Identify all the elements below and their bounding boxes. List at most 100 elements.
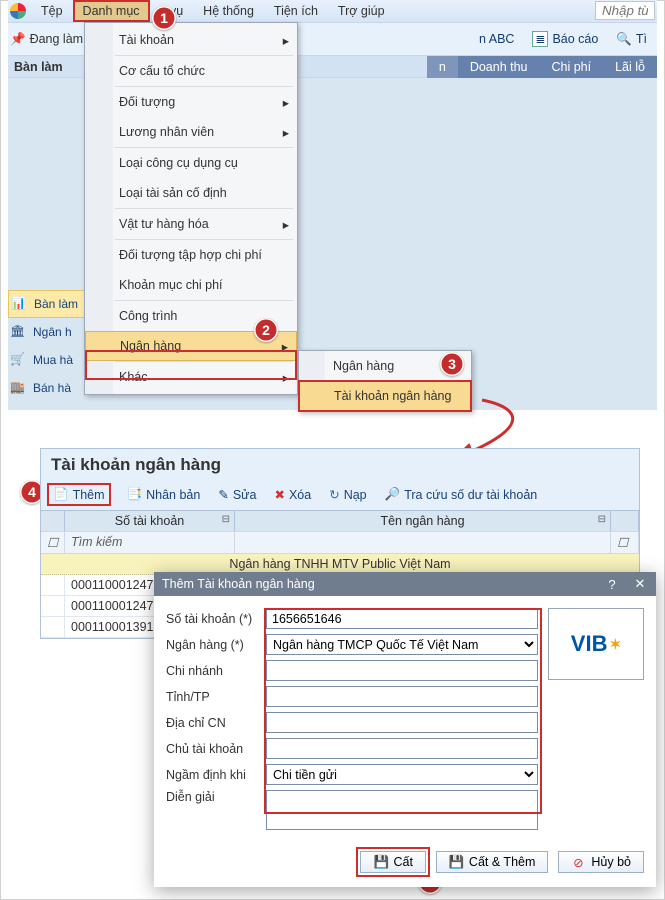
panel-title: Tài khoản ngân hàng [41,449,639,479]
working-label: Đang làm [30,32,84,46]
textarea-note[interactable] [266,790,538,830]
save-add-icon: 💾 [449,855,463,869]
delete-icon: ✖ [274,487,284,502]
input-branch-address[interactable] [266,712,538,733]
step-badge-2: 2 [254,318,278,342]
tab-cost[interactable]: Chi phí [540,56,604,78]
dd-other[interactable]: Khác [85,362,297,392]
edit-icon: ✎ [218,487,228,502]
dialog-form: Số tài khoản (*) Ngân hàng (*) Ngân hàng… [166,608,538,835]
grid-filter-row: ☐ Tìm kiếm ☐ [41,531,639,554]
toolbar-right: n ABC ≣ Báo cáo 🔍 Tì [479,31,657,47]
dd-salary[interactable]: Lương nhân viên [85,117,297,147]
menu-util[interactable]: Tiện ích [265,1,327,21]
panel-toolbar: 📄 Thêm 📑 Nhân bản ✎ Sửa ✖ Xóa ↻ Nạp 🔎 Tr… [41,479,639,510]
filter-checkbox[interactable]: ☐ [41,532,65,553]
bank-logo: VIB✶ [548,608,644,835]
menu-file[interactable]: Tệp [32,1,72,21]
menu-help[interactable]: Trợ giúp [329,1,394,21]
menu-catalog[interactable]: Danh mục [74,1,149,21]
sidebar-item-sales[interactable]: 🏬 Bán hà [8,374,88,402]
step-badge-3: 3 [440,352,464,376]
sidebar: 📊 Bàn làm 🏛 Ngân h 🛒 Mua hà 🏬 Bán hà [8,290,88,402]
sidebar-item-purchase[interactable]: 🛒 Mua hà [8,346,88,374]
copy-icon: 📑 [127,487,143,502]
step-badge-1: 1 [152,6,176,30]
input-account-number[interactable] [266,608,538,629]
filter-bank[interactable] [235,532,611,553]
label-note: Diễn giải [166,790,266,804]
toolbar-duplicate-button[interactable]: 📑 Nhân bản [127,487,201,502]
dialog-titlebar[interactable]: Thêm Tài khoản ngân hàng ? ✕ [154,572,656,596]
label-branch: Chi nhánh [166,664,266,678]
add-icon: 📄 [53,487,69,502]
input-owner[interactable] [266,738,538,759]
toolbar-delete-button[interactable]: ✖ Xóa [274,487,311,502]
reload-icon: ↻ [329,487,339,502]
tab-revenue[interactable]: Doanh thu [458,56,540,78]
sidebar-item-desktop[interactable]: 📊 Bàn làm [8,290,88,318]
dd-goods[interactable]: Vật tư hàng hóa [85,209,297,239]
find-button[interactable]: 🔍 Tì [616,32,647,47]
dd-costobj[interactable]: Đối tượng tập hợp chi phí [85,240,297,270]
app-logo-icon [10,3,26,19]
menubar: Tệp Danh mục p vụ Hệ thống Tiện ích Trợ … [8,0,657,22]
sidebar-item-bank[interactable]: 🏛 Ngân h [8,318,88,346]
abc-label: n ABC [479,32,514,46]
content-tabs: n Doanh thu Chi phí Lãi lỗ [427,56,657,78]
dd-orgstruct[interactable]: Cơ cấu tổ chức [85,56,297,86]
add-bank-account-dialog: Thêm Tài khoản ngân hàng ? ✕ Số tài khoả… [154,572,656,887]
report-icon: ≣ [532,31,548,47]
toolbar-add-button[interactable]: 📄 Thêm [49,485,109,504]
dialog-title: Thêm Tài khoản ngân hàng [162,577,315,591]
global-search-input[interactable] [595,1,655,20]
toolbar-edit-button[interactable]: ✎ Sửa [218,487,256,502]
dialog-help-button[interactable]: ? [598,577,626,592]
tab-0[interactable]: n [427,56,458,78]
dialog-button-bar: 💾 Cất 💾 Cất & Thêm ⊘ Hủy bỏ [154,843,656,887]
label-province: Tỉnh/TP [166,690,266,704]
pin-icon: 📌 [10,32,26,47]
grid-header: Số tài khoản Tên ngân hàng [41,510,639,531]
report-button[interactable]: ≣ Báo cáo [532,31,598,47]
dd-costitem[interactable]: Khoản mục chi phí [85,270,297,300]
input-branch[interactable] [266,660,538,681]
save-button[interactable]: 💾 Cất [360,851,425,873]
bank-icon: 🏛 [10,324,28,340]
dd-tooltype[interactable]: Loại công cụ dụng cụ [85,148,297,178]
toolbar-lookup-button[interactable]: 🔎 Tra cứu số dư tài khoản [385,487,538,502]
col-account-number[interactable]: Số tài khoản [65,511,235,531]
store-icon: 🏬 [10,380,28,396]
save-and-add-button[interactable]: 💾 Cất & Thêm [436,851,548,873]
cancel-icon: ⊘ [571,855,585,869]
select-default-when[interactable]: Chi tiền gửi [266,764,538,785]
save-icon: 💾 [373,855,387,869]
label-default-when: Ngầm định khi [166,768,266,782]
lookup-icon: 🔎 [385,487,401,502]
desktop-icon: 📊 [11,296,29,312]
input-province[interactable] [266,686,538,707]
dd-accounts[interactable]: Tài khoản [85,25,297,55]
submenu-bank-account[interactable]: Tài khoản ngân hàng [299,381,471,411]
dialog-close-button[interactable]: ✕ [626,576,654,592]
label-account-number: Số tài khoản (*) [166,612,266,626]
filter-check2[interactable]: ☐ [611,532,639,553]
dd-partners[interactable]: Đối tượng [85,87,297,117]
search-icon: 🔍 [616,32,632,47]
cart-icon: 🛒 [10,352,28,368]
label-branch-address: Địa chỉ CN [166,716,266,730]
select-bank[interactable]: Ngân hàng TMCP Quốc Tế Việt Nam [266,634,538,655]
vib-logo-icon: VIB✶ [571,631,621,657]
label-owner: Chủ tài khoản [166,742,266,756]
filter-account[interactable]: Tìm kiếm [65,532,235,553]
menu-system[interactable]: Hệ thống [194,1,263,21]
cancel-button[interactable]: ⊘ Hủy bỏ [558,851,644,873]
app-window: Tệp Danh mục p vụ Hệ thống Tiện ích Trợ … [8,0,657,410]
tab-profit[interactable]: Lãi lỗ [603,56,657,78]
dd-assettype[interactable]: Loại tài sản cố định [85,178,297,208]
col-bank-name[interactable]: Tên ngân hàng [235,511,611,531]
toolbar-reload-button[interactable]: ↻ Nạp [329,487,366,502]
toolbar-left: 📌 Đang làm [8,32,83,47]
label-bank: Ngân hàng (*) [166,638,266,652]
breadcrumb-title: Bàn làm [14,60,63,74]
